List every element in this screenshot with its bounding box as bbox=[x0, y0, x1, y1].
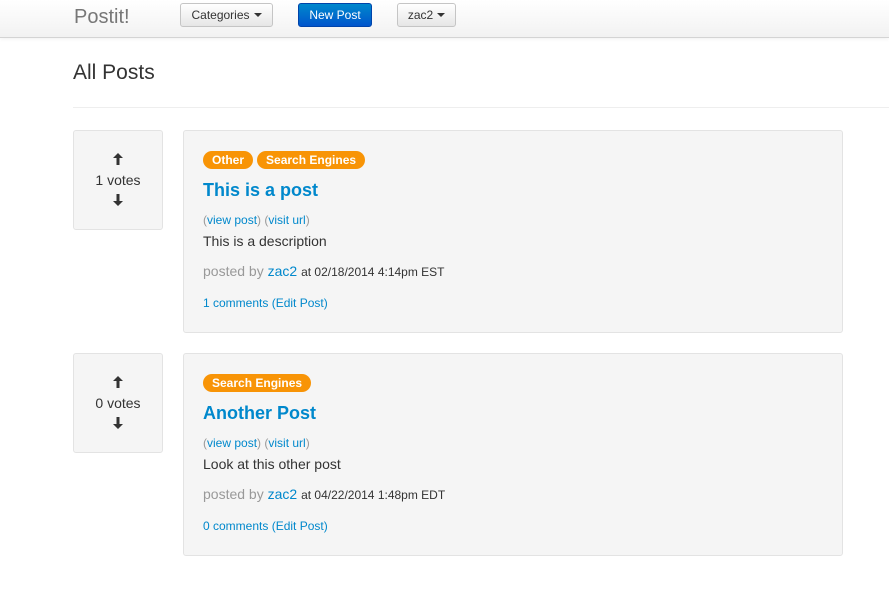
tag-badge[interactable]: Search Engines bbox=[257, 151, 366, 169]
new-post-button[interactable]: New Post bbox=[298, 3, 372, 27]
post-meta: posted by zac2 at 02/18/2014 4:14pm EST bbox=[203, 263, 445, 279]
post-links: (view post) (visit url) bbox=[203, 436, 310, 450]
visit-url-link[interactable]: visit url bbox=[268, 213, 305, 227]
post-description: Look at this other post bbox=[203, 456, 341, 472]
vote-count: 1 votes bbox=[95, 172, 141, 188]
edit-post-link[interactable]: (Edit Post) bbox=[272, 519, 328, 533]
view-post-link[interactable]: view post bbox=[207, 436, 257, 450]
comments-link[interactable]: 0 comments (Edit Post) bbox=[203, 519, 328, 533]
caret-down-icon bbox=[437, 13, 446, 17]
post-title-link[interactable]: Another Post bbox=[203, 403, 316, 424]
vote-count: 0 votes bbox=[95, 395, 141, 411]
user-dropdown-button[interactable]: zac2 bbox=[397, 3, 456, 27]
title-divider bbox=[73, 107, 889, 108]
view-post-link[interactable]: view post bbox=[207, 213, 257, 227]
page-title: All Posts bbox=[73, 61, 155, 84]
visit-url-link[interactable]: visit url bbox=[268, 436, 305, 450]
post-description: This is a description bbox=[203, 233, 327, 249]
edit-post-link[interactable]: (Edit Post) bbox=[272, 296, 328, 310]
posted-by-label: posted by bbox=[203, 486, 264, 502]
comments-link[interactable]: 1 comments (Edit Post) bbox=[203, 296, 328, 310]
post-meta: posted by zac2 at 04/22/2014 1:48pm EDT bbox=[203, 486, 445, 502]
arrow-down-icon[interactable] bbox=[113, 194, 123, 206]
post-links: (view post) (visit url) bbox=[203, 213, 310, 227]
vote-box: 1 votes bbox=[73, 130, 163, 230]
tag-badge[interactable]: Search Engines bbox=[203, 374, 312, 392]
tag-list: Other Search Engines bbox=[203, 151, 366, 169]
tag-list: Search Engines bbox=[203, 374, 312, 392]
post-timestamp: at 02/18/2014 4:14pm EST bbox=[301, 265, 445, 279]
categories-label: Categories bbox=[191, 8, 250, 22]
arrow-up-icon[interactable] bbox=[113, 153, 123, 165]
author-link[interactable]: zac2 bbox=[268, 486, 298, 502]
post-card: Other Search Engines This is a post (vie… bbox=[183, 130, 843, 333]
post-card: Search Engines Another Post (view post) … bbox=[183, 353, 843, 556]
brand-link[interactable]: Postit! bbox=[74, 6, 130, 29]
navbar: Postit! Categories New Post zac2 bbox=[0, 0, 889, 38]
user-label: zac2 bbox=[407, 8, 434, 22]
categories-dropdown-button[interactable]: Categories bbox=[180, 3, 273, 27]
arrow-up-icon[interactable] bbox=[113, 376, 123, 388]
vote-box: 0 votes bbox=[73, 353, 163, 453]
comments-count: 0 comments bbox=[203, 519, 269, 533]
comments-count: 1 comments bbox=[203, 296, 269, 310]
arrow-down-icon[interactable] bbox=[113, 417, 123, 429]
new-post-label: New Post bbox=[309, 8, 361, 22]
tag-badge[interactable]: Other bbox=[203, 151, 254, 169]
posted-by-label: posted by bbox=[203, 263, 264, 279]
caret-down-icon bbox=[253, 13, 262, 17]
post-timestamp: at 04/22/2014 1:48pm EDT bbox=[301, 488, 446, 502]
post-title-link[interactable]: This is a post bbox=[203, 180, 318, 201]
author-link[interactable]: zac2 bbox=[268, 263, 298, 279]
